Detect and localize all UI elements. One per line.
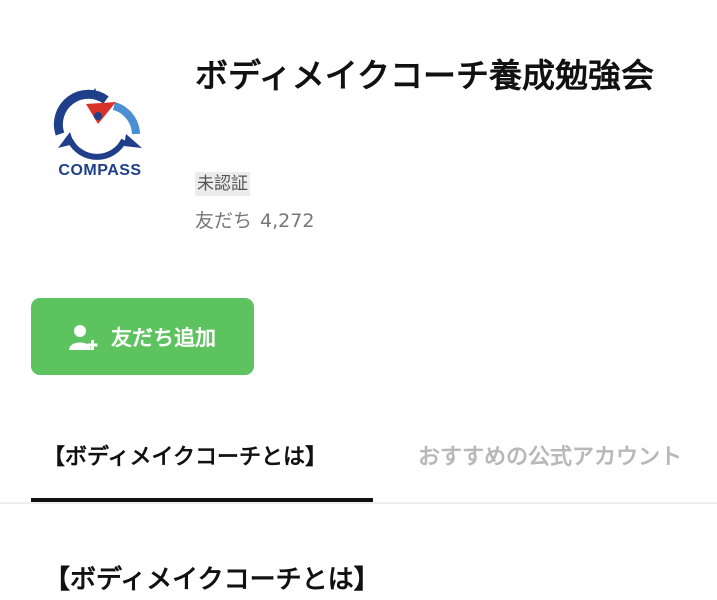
account-logo: COMPASS xyxy=(40,82,160,186)
friends-label: 友だち xyxy=(195,210,253,232)
add-friend-label: 友だち追加 xyxy=(111,325,216,350)
tab-recommended-accounts-label: おすすめの公式アカウント xyxy=(418,445,683,470)
user-plus-icon xyxy=(69,324,98,350)
compass-icon xyxy=(53,88,142,160)
tab-about-coach[interactable]: 【ボディメイクコーチとは】 xyxy=(31,418,373,502)
tab-about-coach-label: 【ボディメイクコーチとは】 xyxy=(43,445,328,470)
friends-count: 友だち 4,272 xyxy=(195,208,314,234)
logo-text: COMPASS xyxy=(58,162,142,179)
friends-number: 4,272 xyxy=(260,210,315,232)
tab-recommended-accounts[interactable]: おすすめの公式アカウント xyxy=(418,418,682,502)
add-friend-button[interactable]: 友だち追加 xyxy=(31,298,254,375)
section-title: 【ボディメイクコーチとは】 xyxy=(44,565,380,595)
tab-bar: 【ボディメイクコーチとは】 おすすめの公式アカウント xyxy=(0,418,717,504)
account-name: ボディメイクコーチ養成勉強会 xyxy=(195,56,655,95)
verification-badge: 未認証 xyxy=(195,172,250,196)
